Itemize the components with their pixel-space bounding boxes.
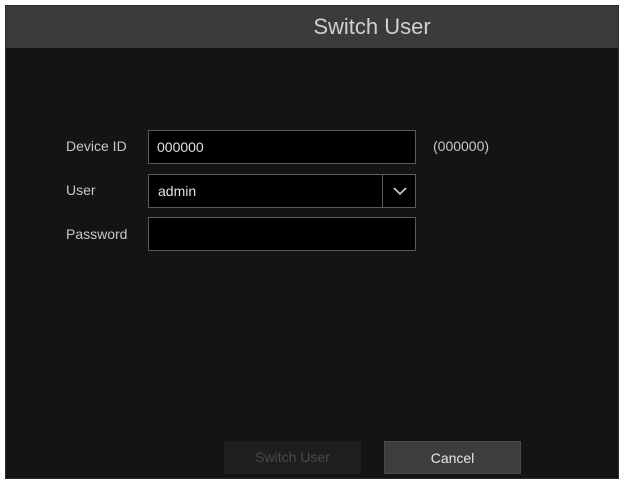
switch-user-dialog: Switch User Device ID (000000) User admi…	[5, 5, 619, 479]
cancel-button[interactable]: Cancel	[384, 441, 521, 474]
user-select-value: admin	[158, 183, 197, 199]
switch-user-button[interactable]: Switch User	[224, 441, 361, 474]
select-divider	[382, 175, 383, 207]
device-id-label: Device ID	[66, 138, 127, 154]
chevron-down-icon[interactable]	[385, 175, 415, 207]
user-select[interactable]: admin	[148, 174, 416, 208]
device-id-hint: (000000)	[433, 138, 490, 154]
device-id-input[interactable]	[148, 130, 416, 164]
password-input[interactable]	[148, 217, 416, 251]
user-label: User	[66, 182, 96, 198]
password-label: Password	[66, 226, 128, 242]
dialog-titlebar: Switch User	[6, 6, 618, 48]
dialog-title: Switch User	[313, 14, 431, 39]
